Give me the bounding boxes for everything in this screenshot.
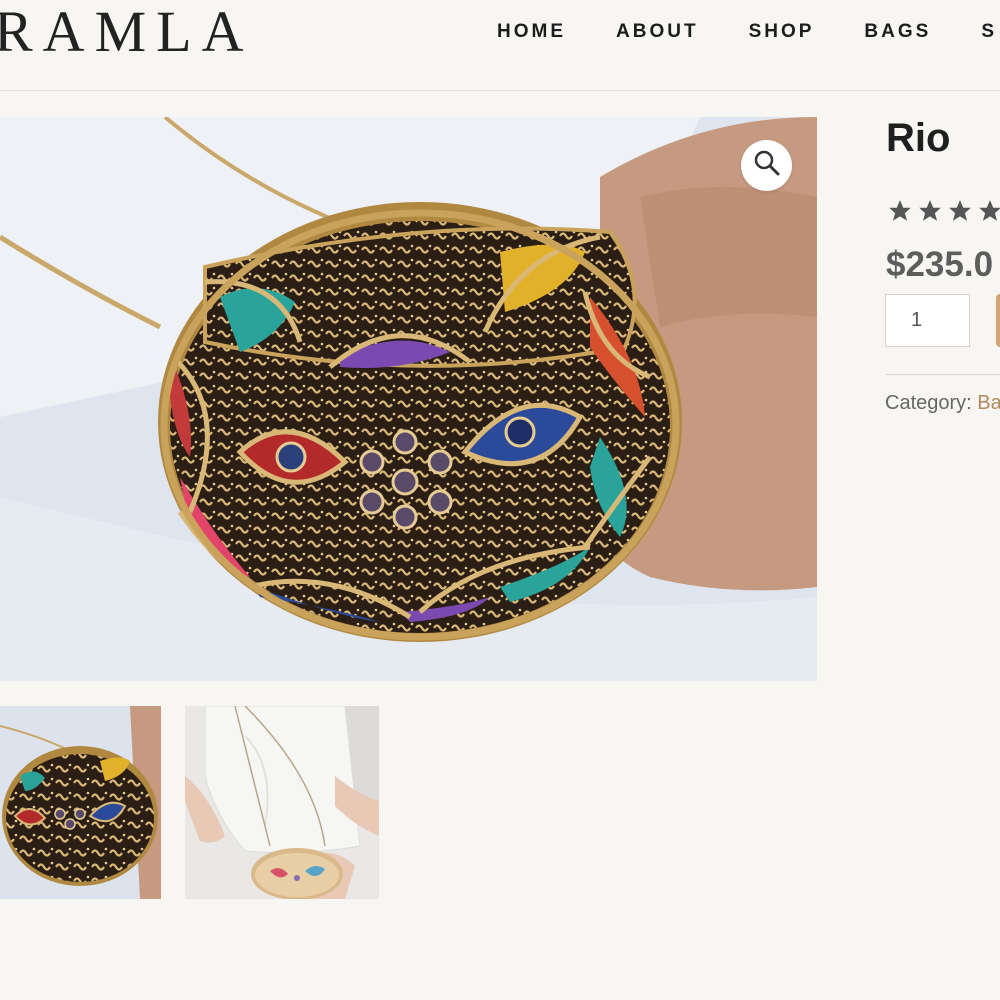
star-icon [979,200,1000,221]
main-product-image[interactable] [0,117,817,681]
site-header: RAMLA HOME ABOUT SHOP BAGS S [0,0,1000,91]
nav-item-shop[interactable]: SHOP [749,21,815,43]
product-price: $235.0 [886,245,994,284]
bag-photo [0,117,817,681]
product-page: RAMLA HOME ABOUT SHOP BAGS S Rio $235.0 … [0,0,1000,1000]
category-label: Category: [885,392,972,414]
category-link[interactable]: Ba [977,392,1000,414]
site-logo[interactable]: RAMLA [0,2,253,62]
product-category: Category: Ba [885,392,1000,415]
nav-item-bags[interactable]: BAGS [864,21,931,43]
main-nav: HOME ABOUT SHOP BAGS S [497,21,997,43]
star-icon [949,200,971,221]
quantity-input[interactable]: 1 [885,294,970,347]
add-to-cart-button[interactable] [996,294,1000,347]
thumbnail-bag-worn[interactable] [185,706,379,899]
star-icon [889,200,911,221]
zoom-button[interactable] [741,140,792,191]
star-icon [919,200,941,221]
thumbnail-photo-1 [0,706,161,899]
nav-item-home[interactable]: HOME [497,21,566,43]
thumbnail-photo-2 [185,706,379,899]
nav-item-partial[interactable]: S [981,21,997,43]
magnifier-icon [754,150,780,181]
nav-item-about[interactable]: ABOUT [616,21,699,43]
rating-stars[interactable] [886,198,1000,224]
product-title: Rio [886,116,951,160]
details-divider [885,374,1000,375]
thumbnail-bag-closeup[interactable] [0,706,161,899]
